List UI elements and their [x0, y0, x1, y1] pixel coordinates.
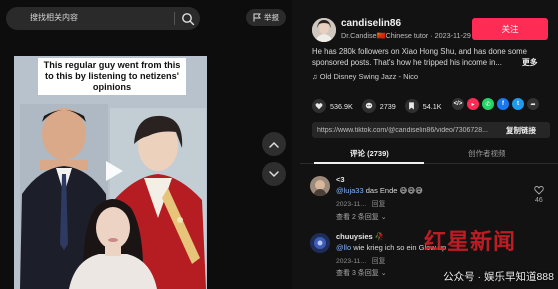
tab-creator-videos[interactable]: 创作者视频	[468, 148, 506, 159]
comment-date: 2023-11...	[336, 201, 367, 208]
chevron-down-icon	[269, 170, 279, 177]
author-avatar[interactable]	[312, 18, 336, 42]
comment-count: 2739	[379, 101, 396, 111]
more-button[interactable]: 更多	[522, 57, 538, 68]
report-label: 举报	[264, 13, 279, 22]
author-username[interactable]: candiselin86	[341, 18, 401, 29]
search-icon[interactable]	[181, 12, 195, 26]
video-panel: 搜找相关内容 举报 This regular guy went from thi…	[0, 0, 292, 289]
active-tab-indicator	[314, 162, 424, 164]
music-row[interactable]: ♫ Old Disney Swing Jazz - Nico	[312, 72, 418, 81]
pink-share-icon[interactable]: ▸	[467, 98, 479, 110]
comment-avatar[interactable]	[310, 176, 330, 196]
comment-icon	[361, 99, 376, 113]
tab-bar: 评论 (2739) 创作者视频	[300, 142, 558, 164]
flag-icon	[253, 13, 261, 22]
next-video-button[interactable]	[262, 162, 286, 186]
share-row: </> ▸ ✆ f t ➦	[452, 98, 539, 110]
comment-stat[interactable]: 2739	[361, 99, 396, 113]
play-icon[interactable]	[100, 158, 126, 184]
previous-video-button[interactable]	[262, 132, 286, 156]
post-date: 2023-11-29	[434, 31, 471, 40]
reply-button[interactable]: 回复	[372, 258, 386, 265]
comment-avatar[interactable]	[310, 233, 330, 253]
heart-icon	[312, 99, 326, 113]
save-count: 54.1K	[422, 101, 442, 111]
video-caption: This regular guy went from this to this …	[38, 58, 186, 95]
link-box: https://www.tiktok.com/@candiselin86/vid…	[312, 122, 550, 138]
watermark-logo: 红星新闻	[424, 229, 517, 255]
comment-author[interactable]: <3	[336, 175, 345, 184]
follow-button[interactable]: 关注	[472, 18, 548, 40]
music-title: Old Disney Swing Jazz - Nico	[319, 72, 419, 81]
flag-icon: 🇨🇳	[376, 31, 386, 40]
reply-button[interactable]: 回复	[372, 201, 386, 208]
search-input[interactable]: 搜找相关内容	[30, 12, 78, 23]
like-stat[interactable]: 536.9K	[312, 99, 353, 113]
music-note-icon: ♫	[312, 72, 318, 81]
video-player[interactable]: This regular guy went from this to this …	[14, 56, 207, 289]
stats-row: 536.9K 2739 54.1K	[312, 98, 451, 114]
author-handle-suffix: Chinese tutor	[385, 31, 429, 40]
heart-icon[interactable]	[534, 185, 544, 195]
embed-icon[interactable]: </>	[452, 98, 464, 110]
watermark-text: 公众号 · 娱乐早知道888	[443, 271, 554, 283]
comment-author[interactable]: chuuysies 🥀	[336, 232, 384, 241]
comment-meta: 2023-11... 回复	[336, 198, 385, 208]
author-subline: Dr.Candise🇨🇳Chinese tutor · 2023-11-29	[341, 31, 471, 40]
twitter-icon[interactable]: t	[512, 98, 524, 110]
bookmark-icon	[404, 99, 419, 113]
comment-text: @luja33 das Ende 😅😅😅	[336, 186, 423, 195]
view-replies-button[interactable]: 查看 2 条回复 ⌄	[336, 212, 387, 222]
video-link[interactable]: https://www.tiktok.com/@candiselin86/vid…	[312, 127, 502, 134]
whatsapp-icon[interactable]: ✆	[482, 98, 494, 110]
comment-like-count: 46	[535, 197, 543, 204]
forward-icon[interactable]: ➦	[527, 98, 539, 110]
view-replies-button[interactable]: 查看 3 条回复 ⌄	[336, 268, 387, 278]
mention-link[interactable]: @luja33	[336, 186, 364, 195]
presenter-image	[69, 199, 157, 289]
save-stat[interactable]: 54.1K	[404, 99, 442, 113]
copy-link-button[interactable]: 复制链接	[506, 125, 536, 136]
author-avatar-image	[312, 18, 336, 42]
report-button[interactable]: 举报	[246, 9, 286, 26]
mention-link[interactable]: @llo	[336, 243, 351, 252]
facebook-icon[interactable]: f	[497, 98, 509, 110]
video-description: He has 280k followers on Xiao Hong Shu, …	[312, 47, 527, 67]
comment-meta: 2023-11... 回复	[336, 255, 385, 265]
comment-body: das Ende 😅😅😅	[363, 186, 423, 195]
comment-date: 2023-11...	[336, 258, 367, 265]
like-count: 536.9K	[330, 101, 353, 111]
chevron-up-icon	[269, 141, 279, 148]
author-handle-prefix: Dr.Candise	[341, 31, 377, 40]
tab-comments[interactable]: 评论 (2739)	[350, 148, 389, 159]
search-divider	[174, 12, 175, 25]
search-box[interactable]: 搜找相关内容	[6, 7, 200, 30]
